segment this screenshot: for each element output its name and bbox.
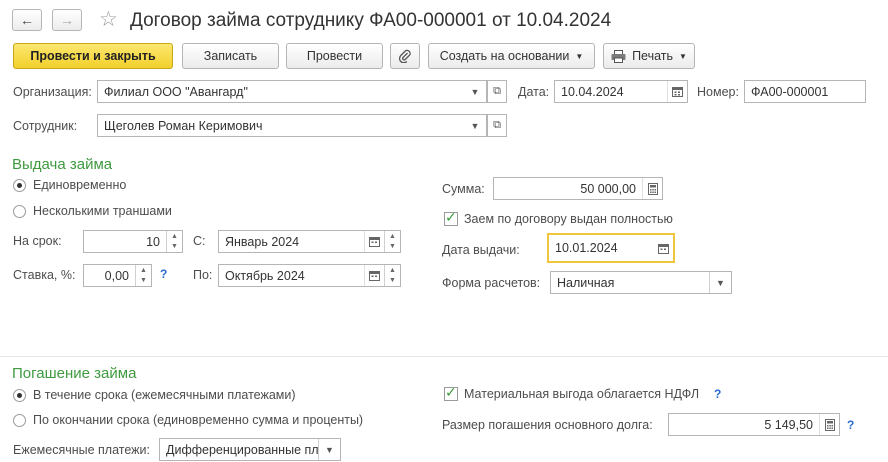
print-dropdown[interactable]: Печать ▼: [603, 43, 695, 69]
issue-date-value: 10.01.2024: [555, 241, 618, 255]
arrow-left-icon: ←: [20, 12, 34, 28]
from-field[interactable]: Январь 2024 ▲ ▼: [218, 230, 401, 253]
chevron-down-icon[interactable]: ▼: [318, 439, 340, 460]
calculator-icon[interactable]: [642, 178, 662, 199]
forward-button[interactable]: →: [52, 9, 82, 31]
date-value: 10.04.2024: [561, 84, 624, 99]
chevron-down-icon[interactable]: ▼: [464, 81, 486, 102]
post-and-close-button[interactable]: Провести и закрыть: [13, 43, 173, 69]
payment-form-label: Форма расчетов:: [442, 276, 541, 290]
post-button[interactable]: Провести: [286, 43, 383, 69]
rate-stepper[interactable]: ▲ ▼: [135, 265, 151, 286]
radio-end-of-term[interactable]: [13, 414, 26, 427]
payment-form-value: Наличная: [557, 275, 615, 290]
rate-label: Ставка, %:: [13, 268, 76, 282]
employee-open-button[interactable]: ⧉: [487, 114, 507, 137]
sum-label: Сумма:: [442, 182, 485, 196]
org-field[interactable]: Филиал ООО "Авангард" ▼: [97, 80, 487, 103]
radio-monthly[interactable]: [13, 389, 26, 402]
number-label: Номер:: [697, 85, 739, 99]
to-field[interactable]: Октябрь 2024 ▲ ▼: [218, 264, 401, 287]
chevron-down-icon[interactable]: ▼: [464, 115, 486, 136]
to-value: Октябрь 2024: [225, 268, 305, 283]
chevron-down-icon[interactable]: ▼: [709, 272, 731, 293]
org-label: Организация:: [13, 85, 92, 99]
monthly-payments-select[interactable]: Дифференцированные пл ▼: [159, 438, 341, 461]
payment-form-select[interactable]: Наличная ▼: [550, 271, 732, 294]
term-value: 10: [146, 234, 160, 249]
org-open-button[interactable]: ⧉: [487, 80, 507, 103]
term-label: На срок:: [13, 234, 62, 248]
calculator-icon[interactable]: [819, 414, 839, 435]
to-label: По:: [193, 268, 213, 282]
star-icon[interactable]: ☆: [99, 8, 118, 32]
issue-date-label: Дата выдачи:: [442, 243, 520, 257]
date-label: Дата:: [518, 85, 550, 99]
issued-fully-checkbox[interactable]: [444, 209, 458, 226]
open-form-icon: ⧉: [493, 119, 501, 131]
employee-value: Щеголев Роман Керимович: [104, 118, 263, 133]
from-label: С:: [193, 234, 206, 248]
benefit-ndfl-label: Материальная выгода облагается НДФЛ: [464, 387, 700, 401]
sum-value: 50 000,00: [580, 181, 636, 196]
principal-help-icon[interactable]: ?: [847, 418, 854, 432]
save-label: Записать: [203, 49, 258, 63]
save-button[interactable]: Записать: [182, 43, 279, 69]
arrow-right-icon: →: [60, 12, 74, 28]
radio-tranches-label: Несколькими траншами: [33, 204, 172, 218]
principal-value: 5 149,50: [764, 417, 813, 432]
benefit-help-icon[interactable]: ?: [714, 387, 721, 401]
open-form-icon: ⧉: [493, 85, 501, 97]
from-value: Январь 2024: [225, 234, 300, 249]
term-stepper[interactable]: ▲ ▼: [166, 231, 182, 252]
radio-tranches[interactable]: [13, 205, 26, 218]
employee-field[interactable]: Щеголев Роман Керимович ▼: [97, 114, 487, 137]
repay-section-title: Погашение займа: [12, 365, 137, 382]
printer-icon: [611, 49, 626, 63]
monthly-payments-value: Дифференцированные пл: [166, 442, 318, 457]
post-label: Провести: [306, 49, 363, 63]
attachments-button[interactable]: [390, 43, 420, 69]
back-button[interactable]: ←: [12, 9, 42, 31]
term-input[interactable]: 10 ▲ ▼: [83, 230, 183, 253]
principal-input[interactable]: 5 149,50: [668, 413, 840, 436]
rate-value: 0,00: [104, 268, 129, 283]
radio-end-label: По окончании срока (единовременно сумма …: [33, 413, 364, 427]
from-stepper[interactable]: ▲ ▼: [384, 231, 400, 252]
paperclip-icon: [398, 49, 411, 63]
print-label: Печать: [632, 49, 674, 63]
calendar-icon[interactable]: [667, 81, 687, 102]
org-value: Филиал ООО "Авангард": [104, 84, 248, 99]
issue-date-field[interactable]: 10.01.2024: [547, 233, 675, 263]
create-based-on-dropdown[interactable]: Создать на основании ▼: [428, 43, 595, 69]
number-value: ФА00-000001: [751, 84, 829, 99]
page-title: Договор займа сотруднику ФА00-000001 от …: [130, 10, 612, 31]
calendar-icon[interactable]: [653, 235, 673, 261]
issued-fully-label: Заем по договору выдан полностью: [464, 212, 673, 226]
post-and-close-label: Провести и закрыть: [30, 49, 156, 63]
calendar-icon[interactable]: [364, 231, 384, 252]
chevron-down-icon: ▼: [575, 51, 584, 61]
radio-once[interactable]: [13, 179, 26, 192]
issue-section-title: Выдача займа: [12, 156, 113, 173]
date-field[interactable]: 10.04.2024: [554, 80, 688, 103]
calendar-icon[interactable]: [364, 265, 384, 286]
rate-input[interactable]: 0,00 ▲ ▼: [83, 264, 152, 287]
radio-once-label: Единовременно: [33, 178, 127, 192]
benefit-ndfl-checkbox[interactable]: [444, 384, 458, 401]
number-field[interactable]: ФА00-000001: [744, 80, 866, 103]
radio-monthly-label: В течение срока (ежемесячными платежами): [33, 388, 296, 402]
chevron-down-icon: ▼: [679, 51, 687, 61]
rate-help-icon[interactable]: ?: [160, 267, 167, 281]
sum-input[interactable]: 50 000,00: [493, 177, 663, 200]
employee-label: Сотрудник:: [13, 119, 78, 133]
principal-label: Размер погашения основного долга:: [442, 418, 653, 432]
monthly-payments-label: Ежемесячные платежи:: [13, 443, 150, 457]
to-stepper[interactable]: ▲ ▼: [384, 265, 400, 286]
section-divider: [0, 356, 888, 357]
create-based-label: Создать на основании: [439, 49, 570, 63]
